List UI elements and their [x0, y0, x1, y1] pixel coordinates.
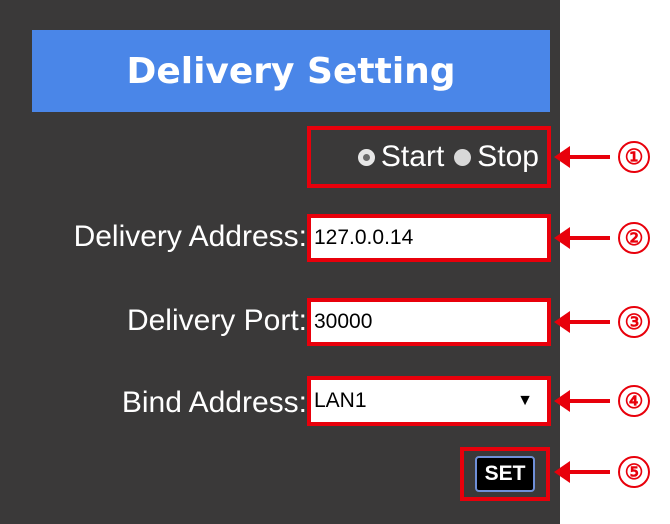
- radio-checked-icon: [357, 148, 375, 166]
- set-button-highlight: SET: [460, 447, 550, 501]
- callout-arrow-5: [554, 461, 610, 483]
- callout-arrow-4: [554, 390, 610, 412]
- delivery-port-input[interactable]: [314, 310, 547, 334]
- delivery-address-input[interactable]: [314, 226, 547, 250]
- page-title: Delivery Setting: [32, 30, 550, 112]
- callout-number-3: ③: [618, 306, 650, 338]
- start-radio-label: Start: [380, 140, 445, 173]
- callout-arrow-2: [554, 227, 610, 249]
- radio-unchecked-icon: [454, 148, 472, 166]
- delivery-port-field[interactable]: [307, 298, 551, 346]
- callout-number-1: ①: [618, 141, 650, 173]
- delivery-address-field[interactable]: [307, 214, 551, 262]
- bind-address-label: Bind Address:: [121, 386, 307, 419]
- callout-number-4: ④: [618, 385, 650, 417]
- stop-radio[interactable]: Stop: [454, 140, 539, 174]
- set-button[interactable]: SET: [474, 456, 536, 492]
- dropdown-arrow-icon: ▼: [517, 392, 533, 409]
- bind-address-select[interactable]: LAN1 ▼: [307, 376, 551, 426]
- delivery-state-radio-group: Start Stop: [307, 126, 551, 188]
- bind-address-selected-value: LAN1: [314, 389, 367, 412]
- delivery-setting-panel: Delivery Setting Start Stop Delivery Add…: [0, 0, 560, 524]
- callout-number-5: ⑤: [618, 456, 650, 488]
- delivery-address-label: Delivery Address:: [73, 220, 307, 253]
- callout-number-2: ②: [618, 222, 650, 254]
- start-radio[interactable]: Start: [357, 140, 445, 174]
- callout-arrow-1: [554, 146, 610, 168]
- callout-arrow-3: [554, 311, 610, 333]
- delivery-port-label: Delivery Port:: [126, 304, 307, 337]
- stop-radio-label: Stop: [477, 140, 539, 173]
